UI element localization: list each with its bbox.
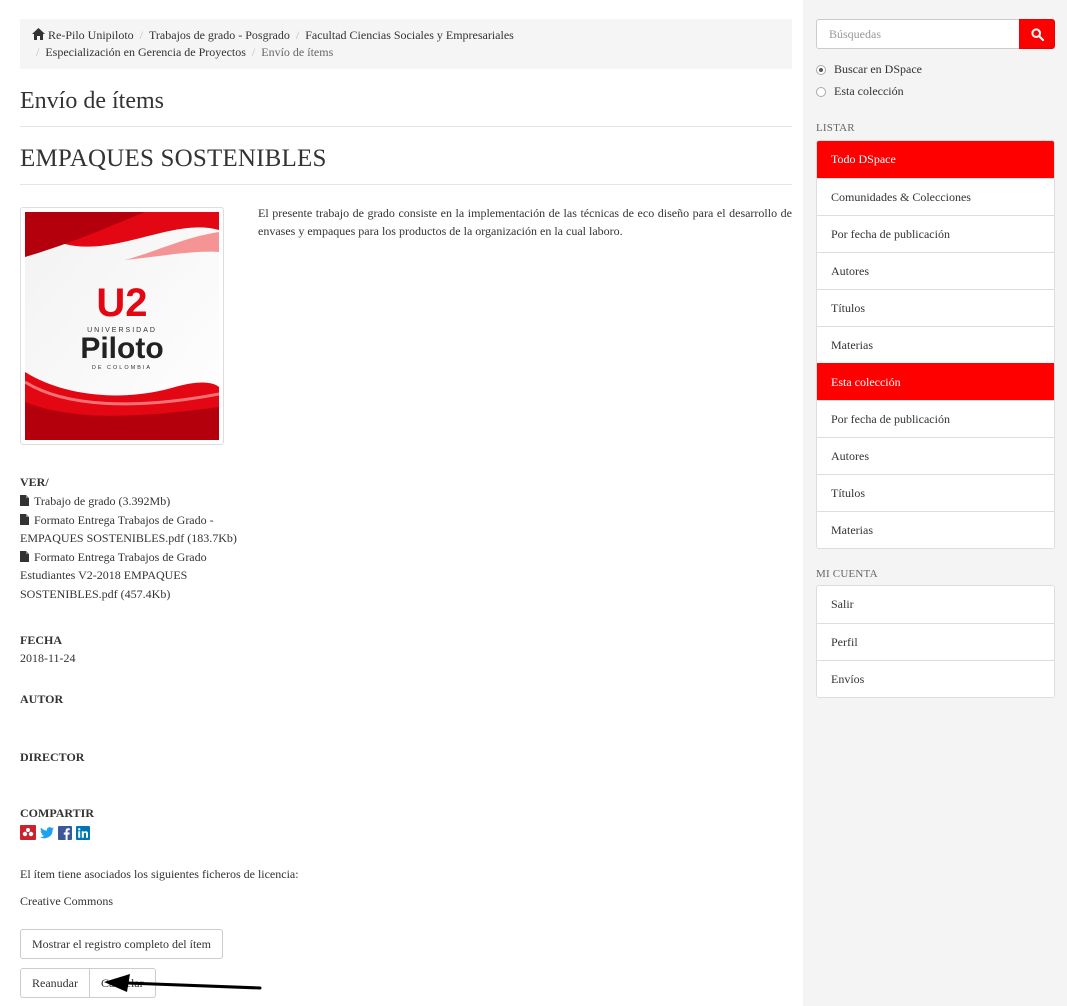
coleccion-item-titulos[interactable]: Títulos [817,474,1054,511]
home-icon [32,28,45,40]
listar-item-todo-dspace[interactable]: Todo DSpace [817,141,1054,178]
mendeley-icon[interactable] [20,825,36,844]
divider [20,184,792,185]
file-icon [20,495,29,506]
logo-mark: U2 [96,281,147,325]
cuenta-item-salir[interactable]: Salir [817,586,1054,623]
radio-button[interactable] [816,64,826,75]
cuenta-list: Salir Perfil Envíos [816,585,1055,698]
divider [20,126,792,127]
file-list: Trabajo de grado (3.392Mb) Formato Entre… [20,492,260,603]
listar-item-autores[interactable]: Autores [817,252,1054,289]
breadcrumb-link-facultad[interactable]: Facultad Ciencias Sociales y Empresarial… [305,28,514,42]
breadcrumb-current: Envío de ítems [261,45,334,59]
svg-text:Piloto: Piloto [80,332,163,365]
breadcrumb: Re-Pilo Unipiloto / Trabajos de grado - Po… [20,19,792,69]
listar-item-materias[interactable]: Materias [817,326,1054,363]
listar-item-esta-coleccion[interactable]: Esta colección [817,363,1054,400]
linkedin-icon[interactable] [76,825,90,844]
search-icon [1030,27,1044,41]
director-heading: DIRECTOR [20,750,85,764]
search-button[interactable] [1019,19,1055,49]
share-links [20,825,90,844]
page-title: Envío de ítems [20,88,164,114]
listar-list: Todo DSpace Comunidades & Colecciones Po… [816,140,1055,549]
scope-option-collection[interactable]: Esta colección [816,84,904,99]
item-thumbnail[interactable]: U2 UNIVERSIDAD Piloto DE COLOMBIA [20,207,224,445]
fecha-heading: FECHA [20,633,62,647]
license-link[interactable]: Creative Commons [20,894,113,909]
search-input[interactable] [816,19,1019,49]
arrow-left-icon [104,974,262,992]
sidebar: Buscar en DSpace Esta colección LISTAR T… [803,0,1067,1006]
cuenta-item-perfil[interactable]: Perfil [817,623,1054,660]
file-icon [20,550,29,562]
resume-button[interactable]: Reanudar [20,968,90,998]
listar-item-comunidades[interactable]: Comunidades & Colecciones [817,178,1054,215]
listar-item-titulos[interactable]: Títulos [817,289,1054,326]
cuenta-heading: MI CUENTA [816,568,878,580]
listar-item-fecha[interactable]: Por fecha de publicación [817,215,1054,252]
breadcrumb-link-especializacion[interactable]: Especialización en Gerencia de Proyectos [45,45,246,59]
facebook-icon[interactable] [58,825,72,844]
coleccion-item-fecha[interactable]: Por fecha de publicación [817,400,1054,437]
university-logo-image: U2 UNIVERSIDAD Piloto DE COLOMBIA [25,212,219,440]
radio-button[interactable] [816,86,826,97]
twitter-icon[interactable] [40,826,54,843]
compartir-heading: COMPARTIR [20,806,95,820]
show-full-record-button[interactable]: Mostrar el registro completo del ítem [20,929,223,959]
item-abstract: El presente trabajo de grado consiste en… [258,206,792,238]
breadcrumb-link-trabajos[interactable]: Trabajos de grado - Posgrado [149,28,290,42]
breadcrumb-link-repilo[interactable]: Re-Pilo Unipiloto [48,28,134,42]
file-icon [20,513,29,525]
license-text: El ítem tiene asociados los siguientes f… [20,867,299,881]
scope-option-dspace[interactable]: Buscar en DSpace [816,62,922,77]
svg-text:DE COLOMBIA: DE COLOMBIA [92,365,152,371]
listar-heading: LISTAR [816,122,855,134]
cuenta-item-envios[interactable]: Envíos [817,660,1054,697]
autor-heading: AUTOR [20,692,64,706]
file-link[interactable]: Trabajo de grado (3.392Mb) [20,492,260,511]
fecha-value: 2018-11-24 [20,651,76,665]
file-link[interactable]: Formato Entrega Trabajos de Grado Estudi… [20,548,260,604]
coleccion-item-materias[interactable]: Materias [817,511,1054,548]
coleccion-item-autores[interactable]: Autores [817,437,1054,474]
files-heading: VER/ [20,475,49,489]
file-link[interactable]: Formato Entrega Trabajos de Grado - EMPA… [20,511,260,548]
item-title: EMPAQUES SOSTENIBLES [20,145,327,172]
